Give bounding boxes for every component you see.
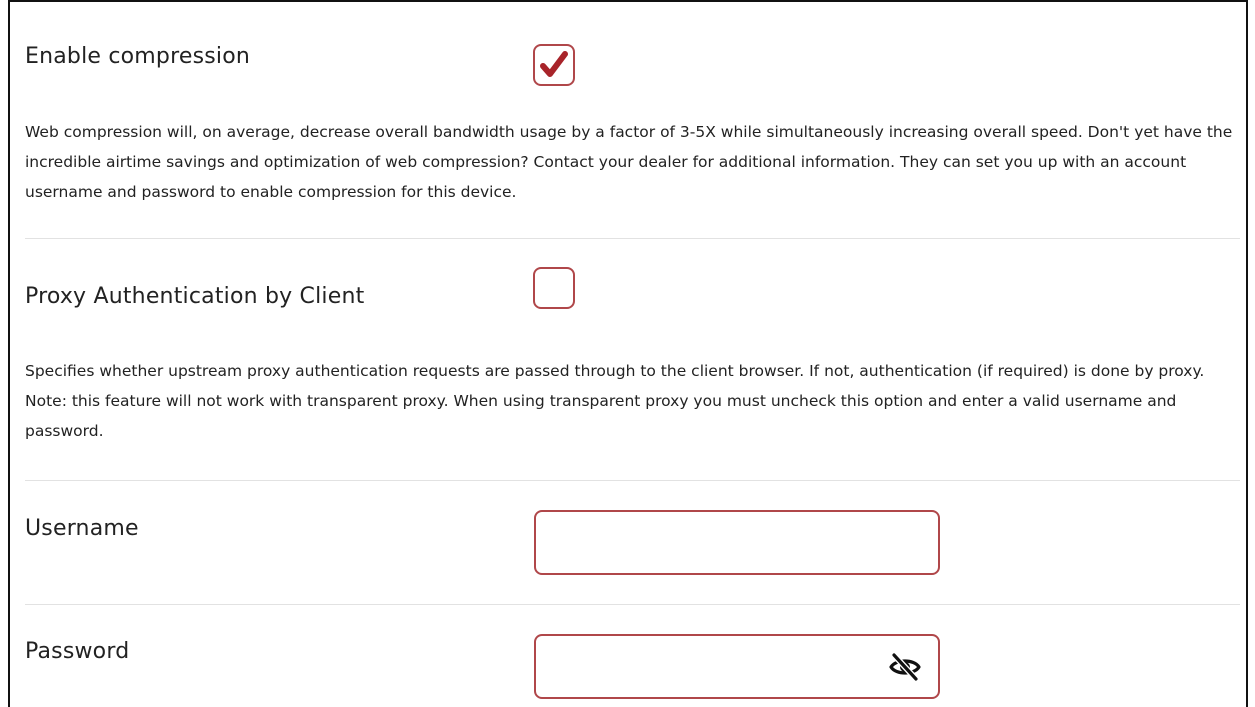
username-input[interactable] [548, 520, 872, 567]
password-input[interactable] [548, 644, 872, 691]
divider [25, 604, 1240, 605]
password-label: Password [25, 639, 130, 664]
divider [25, 480, 1240, 481]
enable-compression-checkbox[interactable] [533, 44, 575, 86]
settings-panel: Enable compression Web compression will,… [8, 0, 1248, 707]
checkmark-icon [540, 51, 568, 77]
username-field[interactable] [534, 510, 940, 575]
enable-compression-description: Web compression will, on average, decrea… [25, 123, 1233, 201]
eye-slash-icon[interactable] [888, 650, 922, 684]
username-label: Username [25, 516, 139, 541]
enable-compression-label: Enable compression [25, 44, 251, 69]
divider [25, 238, 1240, 239]
proxy-auth-description: Specifies whether upstream proxy authent… [25, 362, 1205, 440]
password-field[interactable] [534, 634, 940, 699]
proxy-auth-label: Proxy Authentication by Client [25, 284, 365, 309]
proxy-auth-checkbox[interactable] [533, 267, 575, 309]
